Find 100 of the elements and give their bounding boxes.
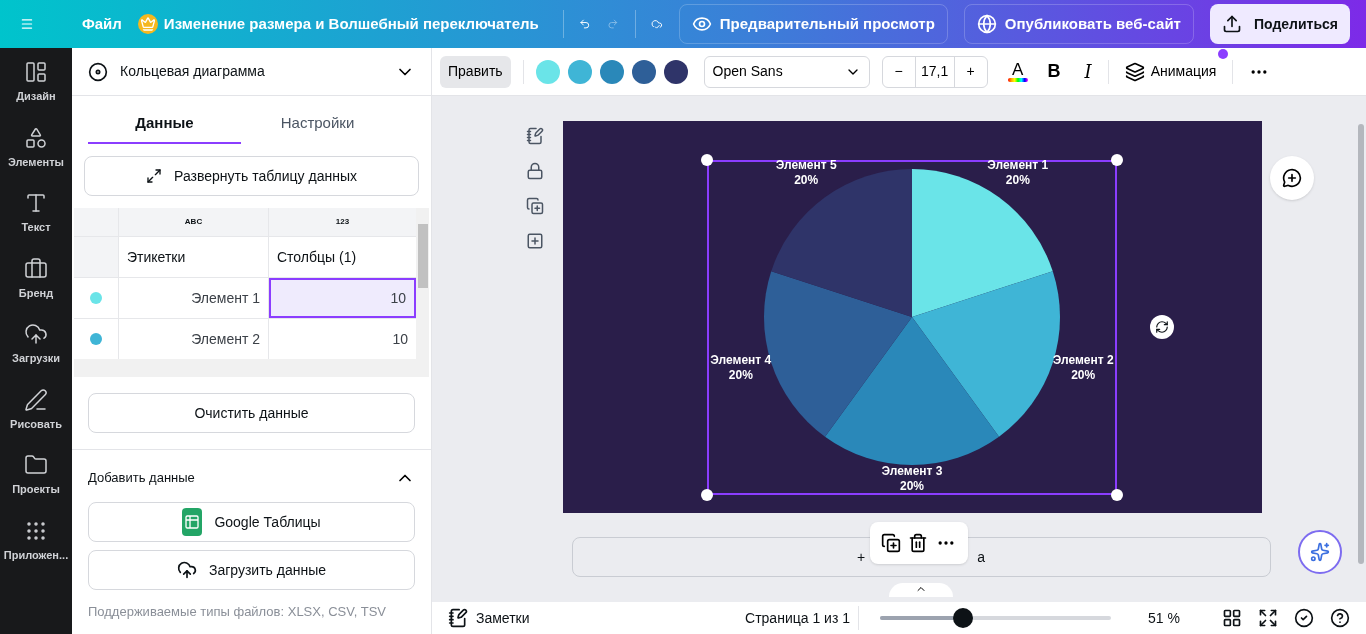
zoom-thumb[interactable] <box>953 608 974 628</box>
table-cell[interactable]: 10 <box>269 319 416 359</box>
edit-button[interactable]: Править <box>440 55 511 88</box>
cloud-upload-icon <box>24 322 48 346</box>
zoom-reading[interactable]: 51 % <box>1148 607 1198 629</box>
increase-button[interactable]: + <box>954 56 987 87</box>
animation-icon <box>1124 61 1145 82</box>
magic-button[interactable] <box>1298 530 1342 574</box>
rail-item[interactable]: Элементы <box>0 125 72 170</box>
notes-icon <box>448 608 468 628</box>
publish-button[interactable]: Опубликовать веб-сайт <box>963 4 1194 44</box>
expand-icon <box>146 168 163 184</box>
column-type: 123 <box>269 208 416 236</box>
slice-value: 20% <box>794 173 819 188</box>
resize-handle[interactable] <box>701 154 713 166</box>
decrease-button[interactable]: − <box>882 56 915 87</box>
preview-button[interactable]: Предварительный просмотр <box>678 4 948 44</box>
color-swatch[interactable] <box>631 59 656 84</box>
add-page-label: а <box>977 547 985 567</box>
design-icon <box>24 60 48 84</box>
add-page-label: + <box>857 547 866 567</box>
column-type: ABC <box>119 208 268 236</box>
color-swatch[interactable] <box>567 59 592 84</box>
rail-item[interactable]: Рисовать <box>0 387 72 432</box>
color-swatch[interactable] <box>663 59 688 84</box>
duplicate-icon[interactable] <box>881 533 902 553</box>
help-icon[interactable] <box>1330 608 1350 628</box>
italic-button[interactable]: I <box>1084 58 1092 85</box>
rotate-icon <box>1155 320 1169 334</box>
briefcase-icon <box>24 256 48 281</box>
slice-value: 20% <box>1071 368 1096 383</box>
rotate-handle[interactable] <box>1150 315 1174 339</box>
sparkle-icon <box>1310 542 1330 562</box>
folder-icon <box>24 453 48 477</box>
clear-data-button[interactable]: Очистить данные <box>88 393 415 433</box>
rail-item[interactable]: Приложен... <box>0 518 72 563</box>
duplicate-icon[interactable] <box>526 197 544 215</box>
slice-label: Элемент 2 <box>1052 353 1114 368</box>
page-indicator[interactable]: Страница 1 из 1 <box>745 607 850 629</box>
color-swatch[interactable] <box>599 59 624 84</box>
grid-view-icon[interactable] <box>1222 608 1242 628</box>
donut-chart-icon <box>88 61 108 82</box>
animation-button[interactable]: Анимация <box>1124 61 1217 82</box>
slice-value: 20% <box>728 368 753 383</box>
table-cell[interactable]: Элемент 2 <box>119 319 268 359</box>
shapes-icon <box>24 125 48 150</box>
bold-button[interactable]: B <box>1047 58 1061 85</box>
table-cell[interactable]: 10 <box>269 278 416 318</box>
fullscreen-icon[interactable] <box>1258 608 1278 628</box>
pie-slice[interactable] <box>912 169 1053 317</box>
spreadsheet-icon <box>182 508 203 536</box>
notes-icon[interactable] <box>526 127 544 145</box>
text-color-button[interactable]: A <box>1007 61 1028 82</box>
chart-type-dropdown[interactable]: Кольцевая диаграмма <box>120 61 383 82</box>
delete-icon[interactable] <box>908 533 929 553</box>
color-swatch[interactable] <box>535 59 560 84</box>
slice-label: Элемент 5 <box>775 158 837 173</box>
section-title: Добавить данные <box>88 469 195 488</box>
notes-button[interactable]: Заметки <box>448 607 530 629</box>
rail-item[interactable]: Текст <box>0 191 72 236</box>
pen-icon <box>24 387 48 412</box>
share-button[interactable]: Поделиться <box>1209 4 1350 44</box>
vertical-scrollbar[interactable] <box>416 208 429 377</box>
slice-label: Элемент 4 <box>710 353 772 368</box>
pages-toggle[interactable] <box>889 583 953 597</box>
pie-slice[interactable] <box>825 317 999 465</box>
cloud-upload-icon <box>176 560 197 580</box>
lock-icon[interactable] <box>526 162 544 180</box>
pie-chart[interactable]: Элемент 1 20% Элемент 2 20% Элемент 3 20% Элемент 4 20% Элемент 5 20% <box>693 151 1133 513</box>
eye-icon <box>691 14 712 34</box>
rail-item[interactable]: Бренд <box>0 256 72 301</box>
slice-value: 20% <box>1005 173 1030 188</box>
resize-handle[interactable] <box>1111 154 1123 166</box>
table-cell[interactable]: Элемент 1 <box>119 278 268 318</box>
slice-value: 20% <box>900 479 924 493</box>
check-icon[interactable] <box>1294 608 1314 628</box>
table-header-cell[interactable]: Столбцы (1) <box>269 237 416 277</box>
supported-types-note: Поддерживаемые типы файлов: XLSX, CSV, TSV <box>88 603 387 621</box>
upload-data-button[interactable]: Загрузить данные <box>88 550 415 590</box>
panel-tab[interactable]: Настройки <box>241 104 394 144</box>
slice-label: Элемент 3 <box>881 464 943 478</box>
horizontal-scrollbar[interactable] <box>74 359 416 377</box>
comment-button[interactable] <box>1270 156 1314 200</box>
comment-icon <box>1282 168 1302 188</box>
google-sheets-button[interactable]: Google Таблицы <box>88 502 415 542</box>
font-dropdown[interactable]: Open Sans <box>703 55 870 88</box>
panel-tab[interactable]: Данные <box>88 104 241 144</box>
share-icon <box>1221 14 1242 34</box>
add-icon[interactable] <box>526 232 544 250</box>
font-size-field[interactable]: 17,1 <box>914 56 955 87</box>
rail-item[interactable]: Дизайн <box>0 60 72 105</box>
resize-handle[interactable] <box>701 489 713 501</box>
rail-item[interactable]: Загрузки <box>0 322 72 367</box>
table-header-cell[interactable]: Этикетки <box>119 237 268 277</box>
expand-table-button[interactable]: Развернуть таблицу данных <box>84 156 419 196</box>
resize-handle[interactable] <box>1111 489 1123 501</box>
design-page[interactable]: Элемент 1 20% Элемент 2 20% Элемент 3 20% Элемент 4 20% Элемент 5 20% <box>563 121 1262 513</box>
crown-icon <box>137 14 158 34</box>
rail-item[interactable]: Проекты <box>0 453 72 498</box>
globe-icon <box>976 14 997 34</box>
